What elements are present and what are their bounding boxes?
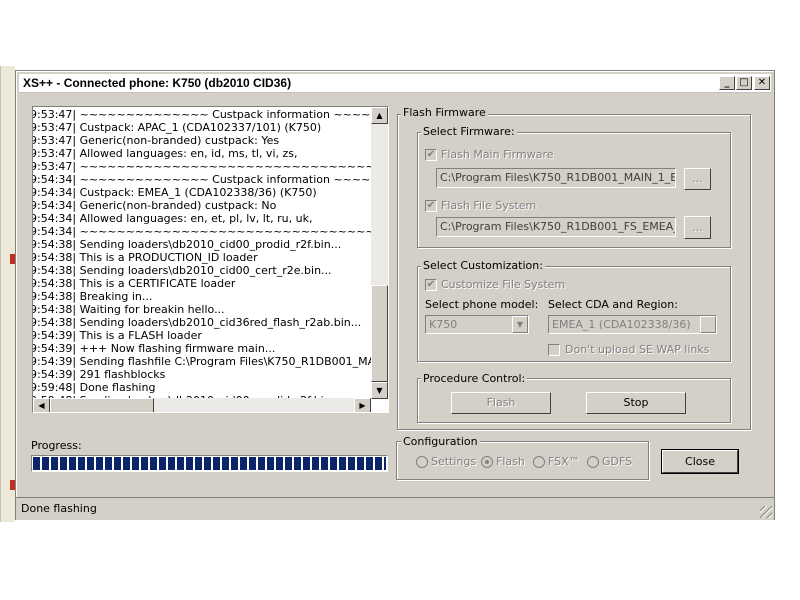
fsx-radio-label: FSX™ <box>548 455 580 468</box>
wap-links-label: Don't upload SE WAP links <box>565 343 710 356</box>
phone-model-label: Select phone model: <box>425 298 539 311</box>
log-line: 9:54:39| 291 flashblocks <box>33 368 166 381</box>
phone-model-value: K750 <box>429 318 458 331</box>
log-horizontal-scrollbar[interactable]: ◀ ▶ <box>33 398 371 412</box>
procedure-control-title: Procedure Control: <box>421 372 528 385</box>
log-line: 9:54:39| +++ Now flashing firmware main.… <box>33 342 276 355</box>
scroll-down-icon[interactable]: ▼ <box>371 382 388 399</box>
log-line: 9:54:39| Sending flashfile C:\Program Fi… <box>33 355 373 368</box>
progress-bar <box>31 455 388 472</box>
status-text: Done flashing <box>21 502 97 515</box>
log-line: 9:54:34| ~~~~~~~~~~~~~~ Custpack informa… <box>33 173 373 186</box>
chevron-down-icon[interactable] <box>700 316 716 333</box>
log-line: 9:54:38| Sending loaders\db2010_cid36red… <box>33 316 362 329</box>
cda-region-value: EMEA_1 (CDA102338/36) <box>552 318 691 331</box>
scroll-up-icon[interactable]: ▲ <box>371 107 388 124</box>
log-line: 9:53:47| ~~~~~~~~~~~~~~ Custpack informa… <box>33 108 373 121</box>
log-line: 9:54:38| This is a PRODUCTION_ID loader <box>33 251 258 264</box>
browse-main-button[interactable]: ... <box>684 168 711 190</box>
stop-button[interactable]: Stop <box>586 392 686 414</box>
maximize-button[interactable]: □ <box>736 76 752 90</box>
log-line: 9:53:47| Custpack: APAC_1 (CDA102337/101… <box>33 121 322 134</box>
gdfs-radio-label: GDFS <box>602 455 633 468</box>
configuration-title: Configuration <box>401 435 480 448</box>
select-firmware-title: Select Firmware: <box>421 125 517 138</box>
flash-radio-label: Flash <box>496 455 525 468</box>
window-title: XS++ - Connected phone: K750 (db2010 CID… <box>23 76 292 90</box>
settings-radio-label: Settings <box>431 455 477 468</box>
log-line: 9:53:47| Generic(non-branded) custpack: … <box>33 134 280 147</box>
cda-region-select[interactable]: EMEA_1 (CDA102338/36) <box>548 315 717 334</box>
flash-fs-label: Flash File System <box>441 199 537 212</box>
resize-grip-icon[interactable] <box>760 506 772 518</box>
log-line: 9:54:38| Sending loaders\db2010_cid00_ce… <box>33 264 332 277</box>
log-line: 9:54:38| Breaking in... <box>33 290 153 303</box>
gdfs-radio[interactable] <box>587 456 599 468</box>
log-vertical-scrollbar[interactable]: ▲ ▼ <box>371 107 388 399</box>
log-line: 9:54:39| This is a FLASH loader <box>33 329 202 342</box>
close-window-button[interactable]: ✕ <box>754 76 770 90</box>
status-bar: Done flashing <box>16 497 774 520</box>
fs-firmware-path[interactable]: C:\Program Files\K750_R1DB001_FS_EMEA_1_… <box>436 217 676 237</box>
close-button[interactable]: Close <box>661 449 739 474</box>
chevron-down-icon[interactable]: ▼ <box>512 316 528 333</box>
browse-fs-button[interactable]: ... <box>684 216 711 239</box>
background-window-edge <box>0 66 15 522</box>
progress-label: Progress: <box>31 439 82 452</box>
main-firmware-path[interactable]: C:\Program Files\K750_R1DB001_MAIN_1_EU_… <box>436 168 676 188</box>
hscroll-thumb[interactable] <box>50 398 154 412</box>
cda-region-label: Select CDA and Region: <box>548 298 678 311</box>
log-line: 9:54:38| This is a CERTIFICATE loader <box>33 277 236 290</box>
customize-fs-label: Customize File System <box>441 278 566 291</box>
log-line: 9:53:47| ~~~~~~~~~~~~~~~~~~~~~~~~~~~~~~~… <box>33 160 373 173</box>
scroll-left-icon[interactable]: ◀ <box>33 398 50 412</box>
flash-main-label: Flash Main Firmware <box>441 148 554 161</box>
flash-firmware-title: Flash Firmware <box>401 106 488 119</box>
log-line: 9:54:34| Custpack: EMEA_1 (CDA102338/36)… <box>33 186 317 199</box>
log-lines: 9:53:47| ~~~~~~~~~~~~~~ Custpack informa… <box>33 108 373 400</box>
minimize-button[interactable]: _ <box>719 76 735 90</box>
log-line: 9:54:38| Waiting for breakin hello... <box>33 303 225 316</box>
flash-button[interactable]: Flash <box>451 392 551 414</box>
flash-fs-checkbox[interactable]: ✔ <box>425 200 437 212</box>
select-customization-title: Select Customization: <box>421 259 545 272</box>
title-bar[interactable]: XS++ - Connected phone: K750 (db2010 CID… <box>19 74 771 93</box>
xs-main-window: XS++ - Connected phone: K750 (db2010 CID… <box>15 70 775 520</box>
flash-main-checkbox[interactable]: ✔ <box>425 149 437 161</box>
log-line: 9:59:48| Done flashing <box>33 381 156 394</box>
scroll-right-icon[interactable]: ▶ <box>354 398 371 412</box>
log-line: 9:53:47| Allowed languages: en, id, ms, … <box>33 147 298 160</box>
scroll-thumb[interactable] <box>371 285 388 382</box>
customize-fs-checkbox[interactable]: ✔ <box>425 279 437 291</box>
log-line: 9:54:34| ~~~~~~~~~~~~~~~~~~~~~~~~~~~~~~~… <box>33 225 373 238</box>
log-line: 9:54:34| Allowed languages: en, et, pl, … <box>33 212 313 225</box>
flash-radio[interactable] <box>481 456 493 468</box>
progress-fill <box>33 457 386 470</box>
phone-model-select[interactable]: K750 ▼ <box>425 315 529 334</box>
log-panel[interactable]: 9:53:47| ~~~~~~~~~~~~~~ Custpack informa… <box>32 106 389 413</box>
fsx-radio[interactable] <box>533 456 545 468</box>
wap-links-checkbox[interactable] <box>548 344 560 356</box>
log-line: 9:54:34| Generic(non-branded) custpack: … <box>33 199 277 212</box>
settings-radio[interactable] <box>416 456 428 468</box>
log-line: 9:54:38| Sending loaders\db2010_cid00_pr… <box>33 238 342 251</box>
